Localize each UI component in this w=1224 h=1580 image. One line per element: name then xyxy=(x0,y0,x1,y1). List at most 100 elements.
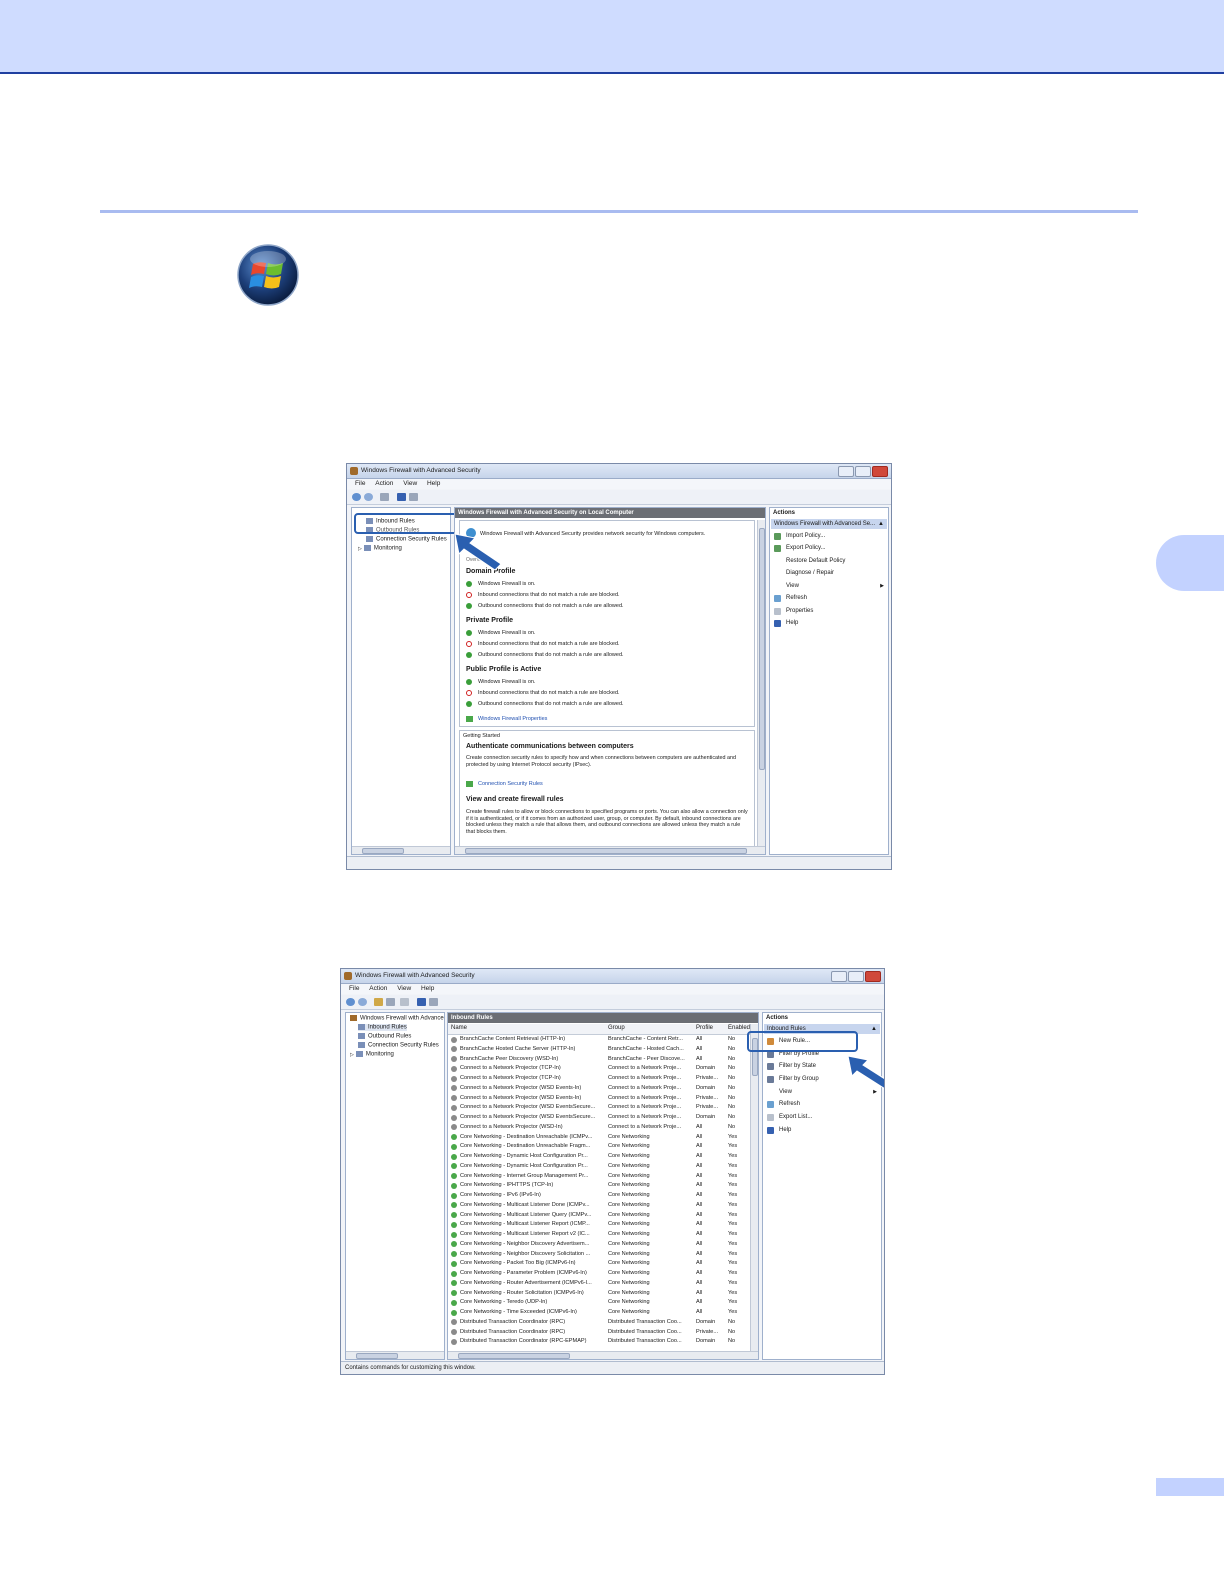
connection-security-rules-link[interactable]: Connection Security Rules xyxy=(478,781,543,787)
action-export-list[interactable]: Export List... xyxy=(779,1114,812,1120)
actions-group-header[interactable]: Windows Firewall with Advanced Se... ▲ xyxy=(771,519,887,529)
table-row[interactable]: Core Networking - Router Advertisement (… xyxy=(448,1279,750,1289)
menu-help[interactable]: Help xyxy=(421,985,434,992)
overview-horizontal-scrollbar[interactable] xyxy=(455,846,765,854)
action-properties[interactable]: Properties xyxy=(786,608,813,614)
firewall-properties-link[interactable]: Windows Firewall Properties xyxy=(478,716,547,722)
table-row[interactable]: Core Networking - Teredo (UDP-In) Core Ne… xyxy=(448,1298,750,1308)
action-pane-icon[interactable] xyxy=(409,493,418,501)
forward-icon[interactable] xyxy=(358,998,367,1006)
tree-item-inbound-rules[interactable]: Inbound Rules xyxy=(358,1024,407,1031)
rules-horizontal-scrollbar[interactable] xyxy=(448,1351,758,1359)
table-row[interactable]: BranchCache Content Retrieval (HTTP-In) B… xyxy=(448,1035,750,1045)
help-icon[interactable] xyxy=(417,998,426,1006)
help-icon[interactable] xyxy=(397,493,406,501)
tree-item-monitoring[interactable]: ▷ Monitoring xyxy=(358,545,402,552)
action-diagnose-repair[interactable]: Diagnose / Repair xyxy=(786,570,834,576)
menu-view[interactable]: View xyxy=(403,480,417,487)
action-help[interactable]: Help xyxy=(786,620,798,626)
back-icon[interactable] xyxy=(346,998,355,1006)
table-row[interactable]: Core Networking - Neighbor Discovery Adv… xyxy=(448,1240,750,1250)
tree-item-outbound-rules[interactable]: Outbound Rules xyxy=(358,1033,411,1040)
forward-icon[interactable] xyxy=(364,493,373,501)
table-row[interactable]: Connect to a Network Projector (TCP-In) C… xyxy=(448,1074,750,1084)
column-group[interactable]: Group xyxy=(608,1025,625,1034)
tree-scroll-thumb[interactable] xyxy=(362,848,404,854)
export-list-icon[interactable] xyxy=(400,998,409,1006)
minimize-button[interactable] xyxy=(838,466,854,477)
table-row[interactable]: Core Networking - Destination Unreachabl… xyxy=(448,1142,750,1152)
table-row[interactable]: Distributed Transaction Coordinator (RPC… xyxy=(448,1318,750,1328)
table-row[interactable]: Core Networking - Time Exceeded (ICMPv6-… xyxy=(448,1308,750,1318)
table-row[interactable]: Core Networking - Multicast Listener Que… xyxy=(448,1211,750,1221)
table-row[interactable]: Core Networking - Multicast Listener Rep… xyxy=(448,1220,750,1230)
action-pane-icon[interactable] xyxy=(429,998,438,1006)
table-row[interactable]: Connect to a Network Projector (WSD Even… xyxy=(448,1103,750,1113)
up-folder-icon[interactable] xyxy=(374,998,383,1006)
table-row[interactable]: BranchCache Peer Discovery (WSD-In) Branc… xyxy=(448,1055,750,1065)
overview-h-thumb[interactable] xyxy=(465,848,747,854)
table-row[interactable]: Core Networking - Router Solicitation (I… xyxy=(448,1289,750,1299)
action-filter-by-group[interactable]: Filter by Group xyxy=(779,1076,819,1082)
table-row[interactable]: Distributed Transaction Coordinator (RPC… xyxy=(448,1337,750,1347)
tree-horizontal-scrollbar[interactable] xyxy=(346,1351,444,1359)
table-row[interactable]: Connect to a Network Projector (TCP-In) C… xyxy=(448,1064,750,1074)
show-tree-icon[interactable] xyxy=(380,493,389,501)
table-row[interactable]: Connect to a Network Projector (WSD-In) C… xyxy=(448,1123,750,1133)
table-row[interactable]: Distributed Transaction Coordinator (RPC… xyxy=(448,1328,750,1338)
action-refresh[interactable]: Refresh xyxy=(779,1101,800,1107)
menu-help[interactable]: Help xyxy=(427,480,440,487)
menu-file[interactable]: File xyxy=(349,985,359,992)
rules-vertical-scrollbar[interactable] xyxy=(750,1024,758,1351)
show-tree-icon[interactable] xyxy=(386,998,395,1006)
action-filter-by-state[interactable]: Filter by State xyxy=(779,1063,816,1069)
action-view[interactable]: View xyxy=(779,1089,792,1095)
minimize-button[interactable] xyxy=(831,971,847,982)
tree-scroll-thumb[interactable] xyxy=(356,1353,398,1359)
overview-scroll-thumb[interactable] xyxy=(759,528,765,770)
rule-name: Core Networking - Router Solicitation (I… xyxy=(460,1289,584,1296)
table-row[interactable]: Core Networking - IPHTTPS (TCP-In) Core N… xyxy=(448,1181,750,1191)
menu-action[interactable]: Action xyxy=(369,985,387,992)
table-row[interactable]: Core Networking - Dynamic Host Configura… xyxy=(448,1162,750,1172)
menu-view[interactable]: View xyxy=(397,985,411,992)
table-row[interactable]: Core Networking - IPv6 (IPv6-In) Core Net… xyxy=(448,1191,750,1201)
column-name[interactable]: Name xyxy=(451,1025,467,1034)
action-export-policy[interactable]: Export Policy... xyxy=(786,545,826,551)
rule-disabled-icon xyxy=(451,1065,457,1072)
tree-item-root[interactable]: Windows Firewall with Advance xyxy=(350,1015,444,1022)
action-help[interactable]: Help xyxy=(779,1127,791,1133)
menu-action[interactable]: Action xyxy=(375,480,393,487)
tree-horizontal-scrollbar[interactable] xyxy=(352,846,450,854)
close-button[interactable] xyxy=(865,971,881,982)
tree-item-monitoring[interactable]: ▷ Monitoring xyxy=(350,1051,394,1058)
table-row[interactable]: Core Networking - Packet Too Big (ICMPv6… xyxy=(448,1259,750,1269)
table-row[interactable]: Core Networking - Multicast Listener Rep… xyxy=(448,1230,750,1240)
table-row[interactable]: Core Networking - Neighbor Discovery Sol… xyxy=(448,1250,750,1260)
rules-h-thumb[interactable] xyxy=(458,1353,570,1359)
tree-item-connection-security-rules[interactable]: Connection Security Rules xyxy=(358,1042,439,1049)
table-row[interactable]: Core Networking - Destination Unreachabl… xyxy=(448,1133,750,1143)
back-icon[interactable] xyxy=(352,493,361,501)
maximize-button[interactable] xyxy=(848,971,864,982)
table-row[interactable]: Core Networking - Dynamic Host Configura… xyxy=(448,1152,750,1162)
close-button[interactable] xyxy=(872,466,888,477)
menu-file[interactable]: File xyxy=(355,480,365,487)
overview-vertical-scrollbar[interactable] xyxy=(757,520,765,846)
table-row[interactable]: BranchCache Hosted Cache Server (HTTP-In… xyxy=(448,1045,750,1055)
action-view[interactable]: View xyxy=(786,583,799,589)
table-row[interactable]: Connect to a Network Projector (WSD Even… xyxy=(448,1084,750,1094)
column-profile[interactable]: Profile xyxy=(696,1025,713,1034)
table-row[interactable]: Connect to a Network Projector (WSD Even… xyxy=(448,1094,750,1104)
maximize-button[interactable] xyxy=(855,466,871,477)
action-import-policy[interactable]: Import Policy... xyxy=(786,533,825,539)
action-refresh[interactable]: Refresh xyxy=(786,595,807,601)
table-row[interactable]: Core Networking - Multicast Listener Don… xyxy=(448,1201,750,1211)
table-row[interactable]: Core Networking - Parameter Problem (ICM… xyxy=(448,1269,750,1279)
table-row[interactable]: Connect to a Network Projector (WSD Even… xyxy=(448,1113,750,1123)
action-restore-default-policy[interactable]: Restore Default Policy xyxy=(786,558,845,564)
tree-item-connection-security-rules[interactable]: Connection Security Rules xyxy=(366,536,447,543)
rule-enabled-icon xyxy=(451,1241,457,1248)
rule-group: Connect to a Network Proje... xyxy=(608,1075,682,1081)
table-row[interactable]: Core Networking - Internet Group Managem… xyxy=(448,1172,750,1182)
